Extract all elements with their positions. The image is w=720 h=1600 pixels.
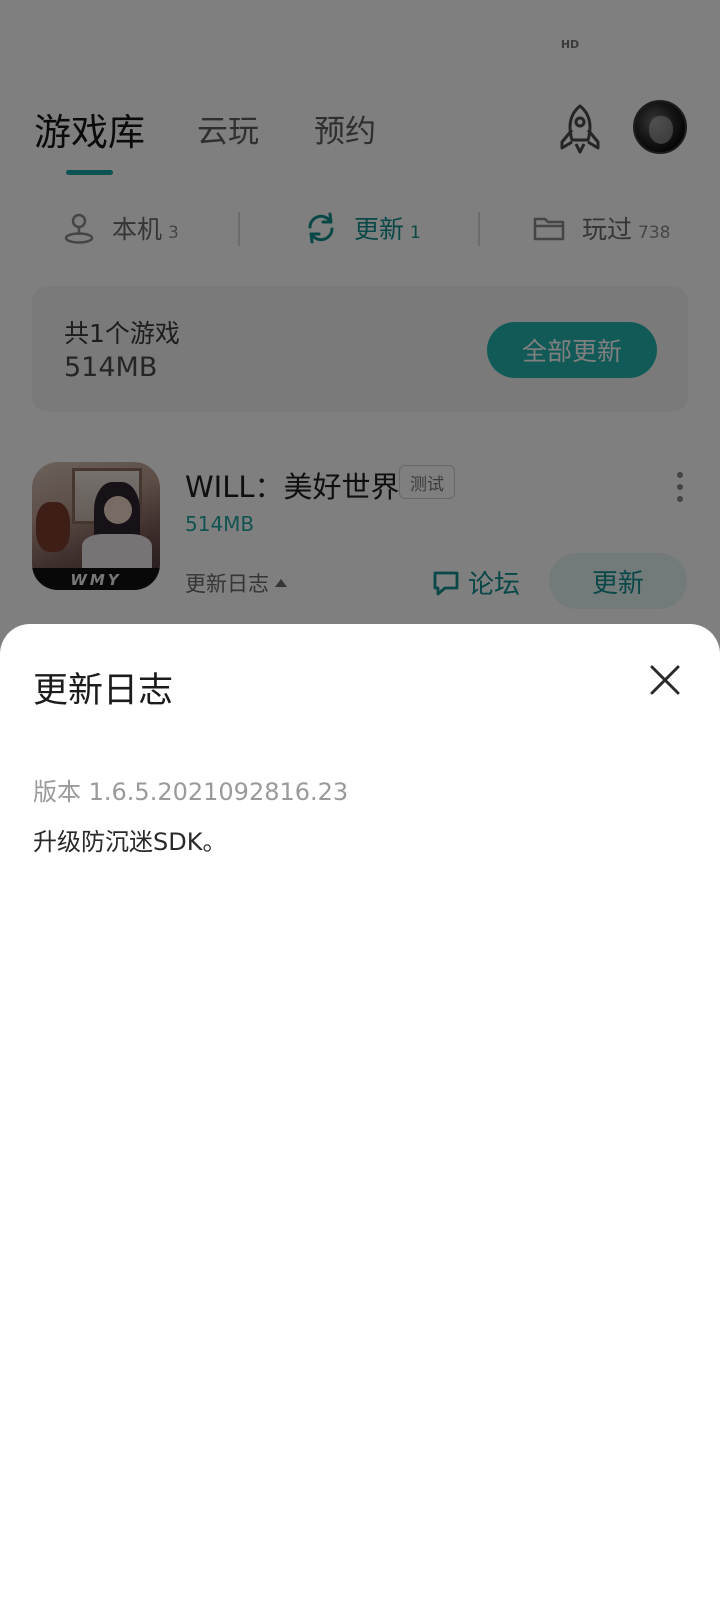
changelog-sheet: 更新日志 版本 1.6.5.2021092816.23 升级防沉迷SDK。 (0, 624, 720, 1600)
close-icon[interactable] (647, 662, 683, 698)
version-text: 版本 1.6.5.2021092816.23 (33, 778, 349, 806)
changelog-content: 升级防沉迷SDK。 (33, 828, 227, 856)
sheet-title: 更新日志 (33, 671, 174, 711)
